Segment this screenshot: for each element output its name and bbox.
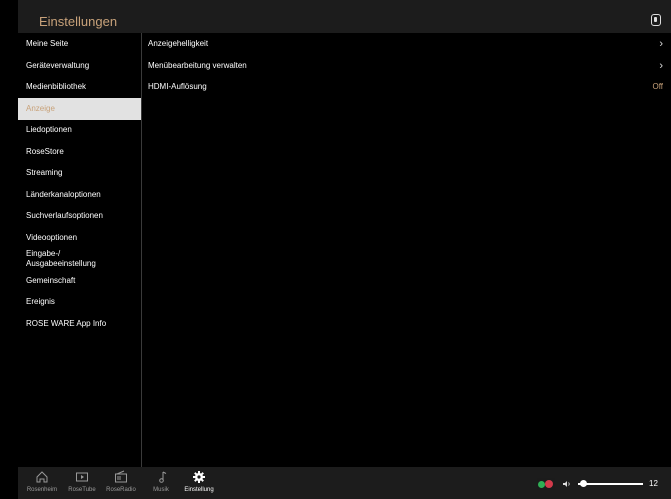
settings-content: Anzeigehelligkeit › Menübearbeitung verw…	[142, 33, 671, 467]
sidebar-item-label: Geräteverwaltung	[26, 61, 90, 70]
video-icon	[76, 472, 88, 482]
sidebar-item-label: Streaming	[26, 168, 63, 177]
sidebar-item-label: ROSE WARE App Info	[26, 319, 107, 328]
sidebar-item-gemeinschaft[interactable]: Gemeinschaft	[18, 270, 141, 292]
bottom-bar: Rosenheim RoseTube RoseRadio Musik Einst…	[18, 467, 671, 499]
sidebar-item-eingabe-ausgabe[interactable]: Eingabe-/ Ausgabeeinstellung	[18, 248, 141, 270]
sidebar-item-streaming[interactable]: Streaming	[18, 162, 141, 184]
volume-value: 12	[649, 479, 658, 488]
music-note-icon	[159, 471, 167, 483]
remote-icon[interactable]	[651, 14, 661, 26]
page-title: Einstellungen	[39, 14, 118, 29]
hdmi-aufloesung-row[interactable]: HDMI-Auflösung Off	[148, 76, 663, 98]
anzeigehelligkeit-row[interactable]: Anzeigehelligkeit ›	[148, 33, 663, 55]
menuebearbeitung-row[interactable]: Menübearbeitung verwalten ›	[148, 55, 663, 77]
sidebar-item-medienbibliothek[interactable]: Medienbibliothek	[18, 76, 141, 98]
sidebar-item-label: Länderkanaloptionen	[26, 190, 101, 199]
nav-roseradio[interactable]: RoseRadio	[101, 470, 141, 493]
sidebar-item-label: Suchverlaufsoptionen	[26, 211, 103, 220]
nav-label: Einstellung	[184, 487, 214, 493]
thumbnail-art	[545, 480, 553, 488]
chevron-right-icon: ›	[659, 38, 663, 50]
hdmi-value[interactable]: Off	[652, 76, 663, 98]
sidebar-item-ereignis[interactable]: Ereignis	[18, 291, 141, 313]
sidebar-item-geraeteverwaltung[interactable]: Geräteverwaltung	[18, 55, 141, 77]
nav-rosetube[interactable]: RoseTube	[62, 470, 102, 493]
sidebar-item-label: Medienbibliothek	[26, 82, 87, 91]
sidebar-item-label: Ereignis	[26, 297, 55, 306]
app-window: Einstellungen Meine Seite Geräteverwaltu…	[18, 0, 671, 499]
thumbnail-art	[538, 481, 545, 488]
chevron-right-icon: ›	[659, 60, 663, 72]
sidebar-item-label: Gemeinschaft	[26, 276, 76, 285]
nav-label: RoseRadio	[106, 487, 136, 493]
nav-label: Rosenheim	[26, 487, 58, 493]
sidebar-item-meine-seite[interactable]: Meine Seite	[18, 33, 141, 55]
row-label: Menübearbeitung verwalten	[148, 61, 247, 70]
sidebar-item-label: Anzeige	[26, 104, 55, 113]
volume-icon[interactable]	[563, 480, 571, 488]
row-label: HDMI-Auflösung	[148, 82, 207, 91]
sidebar-item-label: Eingabe-/ Ausgabeeinstellung	[26, 249, 96, 268]
sidebar-item-liedoptionen[interactable]: Liedoptionen	[18, 119, 141, 141]
volume-slider-handle[interactable]	[579, 480, 587, 487]
nav-label: Musik	[153, 487, 169, 493]
sidebar-item-rose-ware-app-info[interactable]: ROSE WARE App Info	[18, 313, 141, 335]
volume-slider[interactable]	[578, 483, 643, 485]
header-bar: Einstellungen	[18, 0, 671, 33]
sidebar-item-anzeige[interactable]: Anzeige	[18, 98, 141, 120]
now-playing-thumbnail[interactable]	[537, 478, 555, 490]
sidebar-item-label: Meine Seite	[26, 39, 69, 48]
nav-einstellung[interactable]: Einstellung	[179, 470, 219, 493]
row-label: Anzeigehelligkeit	[148, 39, 209, 48]
settings-sidebar: Meine Seite Geräteverwaltung Medienbibli…	[18, 33, 142, 467]
sidebar-item-suchverlaufsoptionen[interactable]: Suchverlaufsoptionen	[18, 205, 141, 227]
sidebar-item-label: Liedoptionen	[26, 125, 72, 134]
sidebar-item-rosestore[interactable]: RoseStore	[18, 141, 141, 163]
nav-label: RoseTube	[68, 487, 96, 493]
sidebar-item-label: Videooptionen	[26, 233, 78, 242]
radio-icon	[115, 470, 127, 483]
home-icon	[36, 471, 48, 483]
sidebar-item-laenderkanaloptionen[interactable]: Länderkanaloptionen	[18, 184, 141, 206]
nav-musik[interactable]: Musik	[141, 470, 181, 493]
sidebar-item-label: RoseStore	[26, 147, 64, 156]
nav-rosenheim[interactable]: Rosenheim	[22, 470, 62, 493]
sidebar-item-videooptionen[interactable]: Videooptionen	[18, 227, 141, 249]
gear-icon	[193, 471, 205, 483]
